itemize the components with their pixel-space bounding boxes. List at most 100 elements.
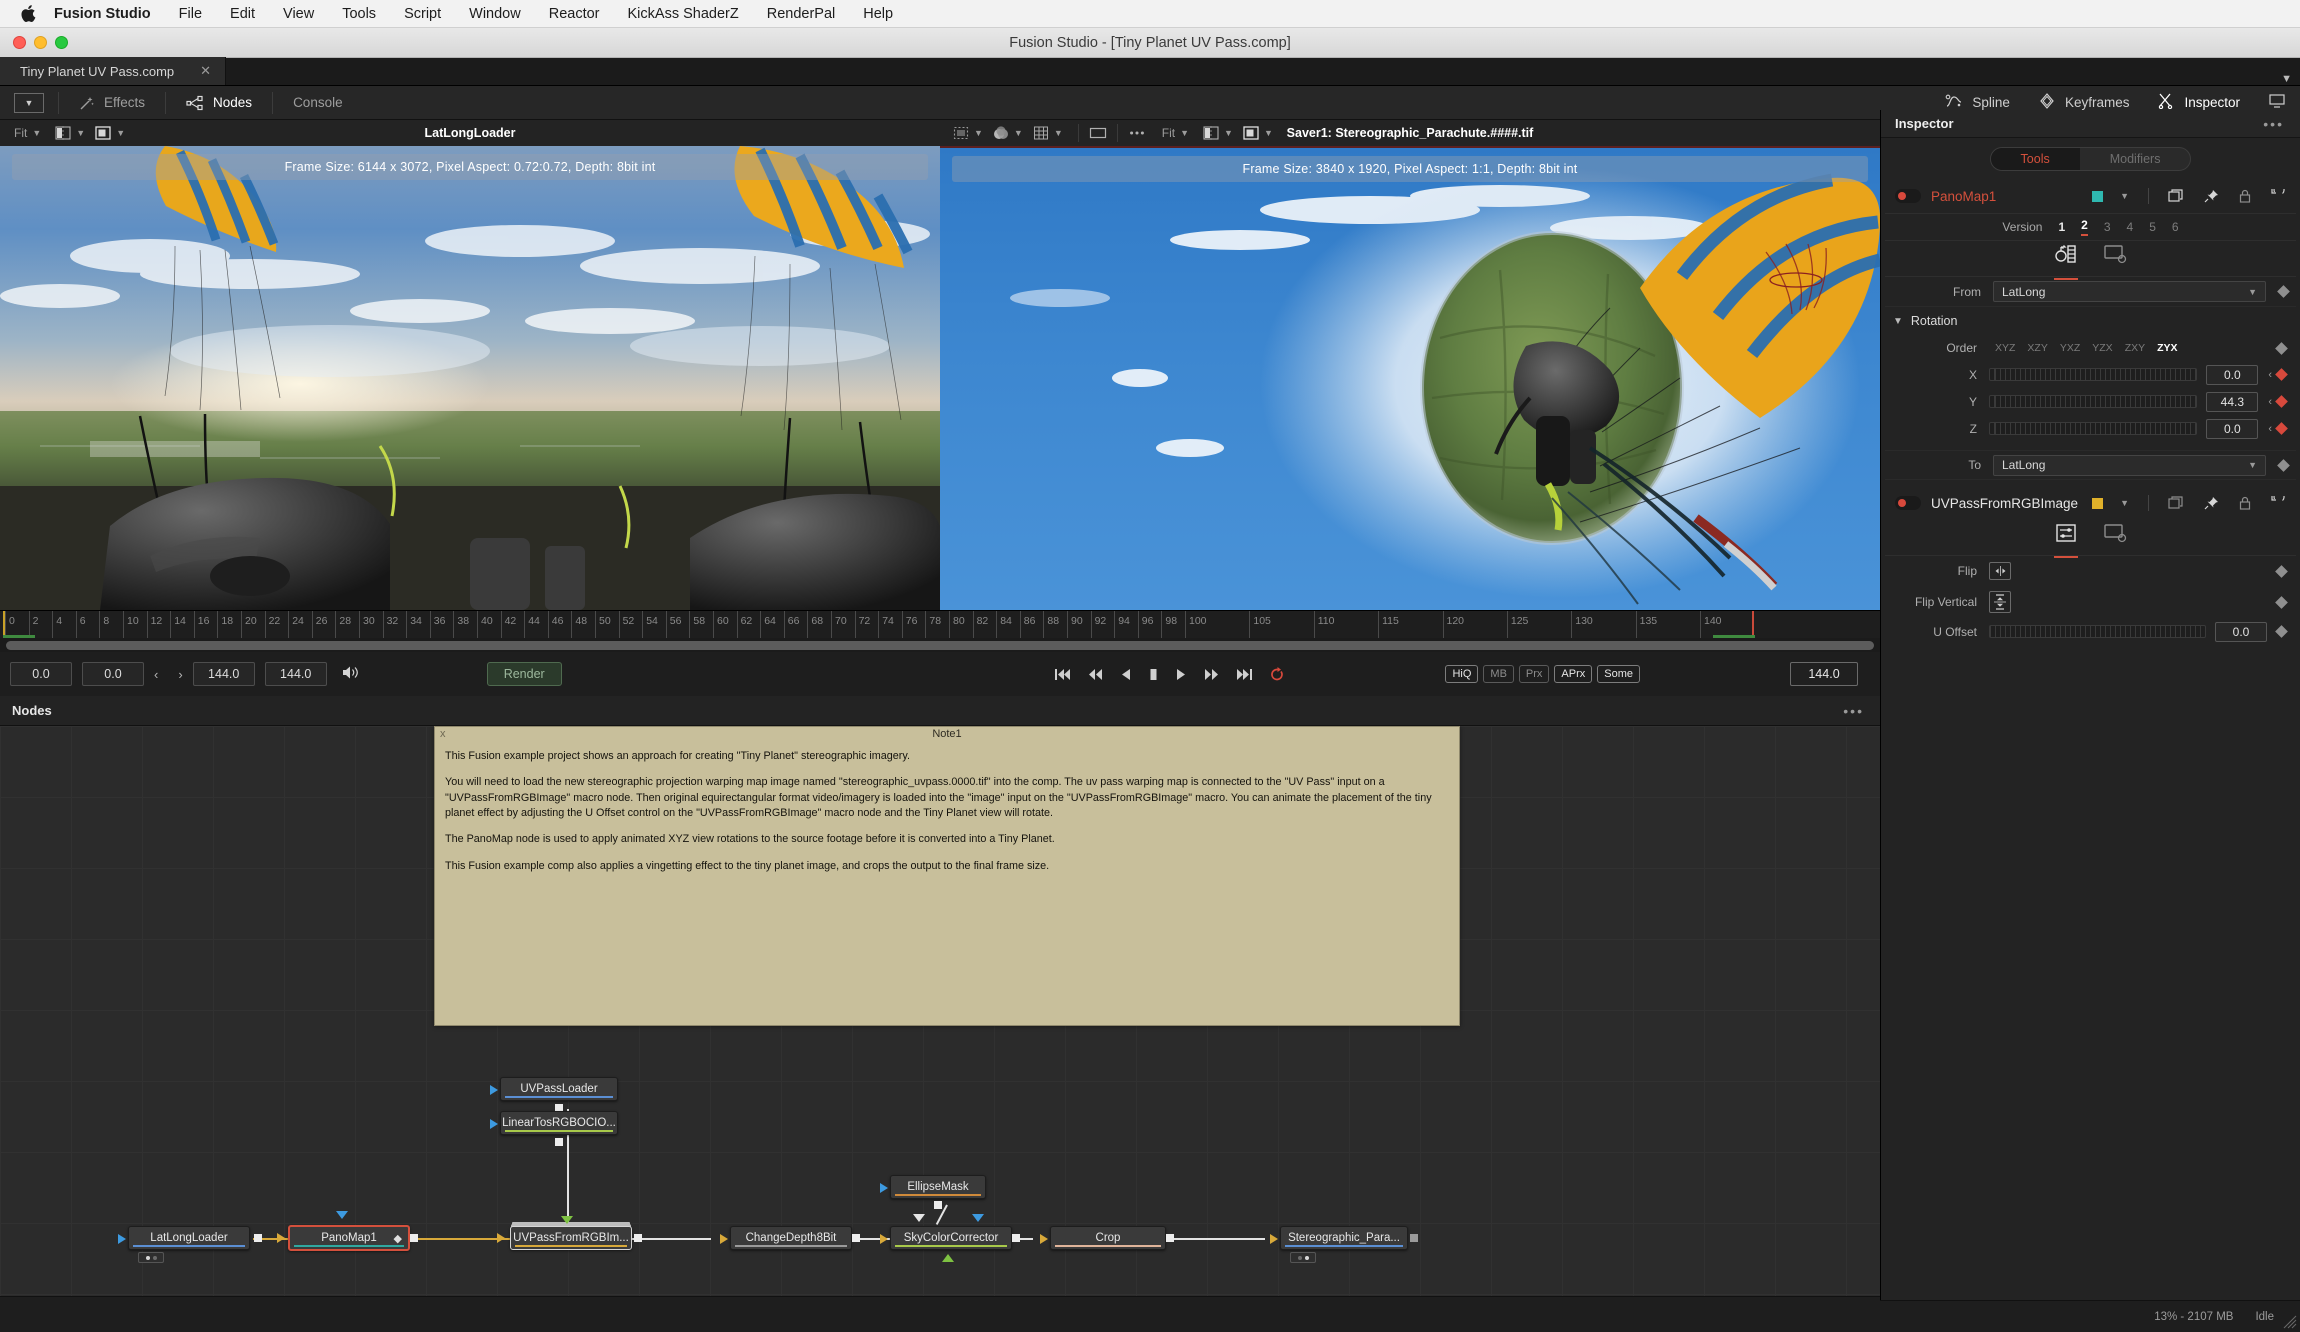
viewer-options-icon[interactable] <box>1128 125 1146 141</box>
viewer-left-image-area[interactable]: Frame Size: 6144 x 3072, Pixel Aspect: 0… <box>0 146 940 610</box>
node-view-dots[interactable] <box>138 1252 164 1263</box>
enable-toggle[interactable] <box>1895 189 1921 203</box>
global-end-field[interactable]: 144.0 <box>264 662 327 686</box>
menu-renderpal[interactable]: RenderPal <box>753 0 850 28</box>
alpha-overlay-icon[interactable] <box>94 125 112 141</box>
order-option-yzx[interactable]: YZX <box>2086 342 2118 354</box>
connector-square[interactable] <box>254 1234 262 1242</box>
from-keyframe-diamond[interactable] <box>2277 285 2290 298</box>
audio-icon[interactable] <box>341 665 359 684</box>
step-forward-button[interactable] <box>1203 668 1219 681</box>
from-dropdown[interactable]: LatLong ▼ <box>1993 281 2266 302</box>
node-crop[interactable]: Crop <box>1040 1226 1174 1250</box>
chevron-down-icon[interactable]: ▼ <box>1014 128 1023 138</box>
chevron-down-icon[interactable]: ▼ <box>1224 128 1233 138</box>
quality-toggle-prx[interactable]: Prx <box>1518 665 1550 683</box>
pin-icon[interactable] <box>2204 496 2219 510</box>
color-channels-icon[interactable] <box>992 125 1010 141</box>
split-view-icon[interactable] <box>1202 125 1220 141</box>
copy-icon[interactable] <box>2168 189 2185 203</box>
viewer-right-fit-dropdown[interactable]: Fit ▼ <box>1148 126 1200 140</box>
node-uvpassfromrgbimage[interactable]: UVPassFromRGBIm... <box>497 1216 642 1250</box>
quality-toggle-hiq[interactable]: HiQ <box>1445 665 1479 683</box>
order-option-yxz[interactable]: YXZ <box>2054 342 2086 354</box>
node-uvpassloader[interactable]: UVPassLoader <box>490 1077 618 1123</box>
node-box[interactable]: ChangeDepth8Bit <box>720 1226 852 1250</box>
render-button[interactable]: Render <box>486 662 562 686</box>
node-ellipsemask[interactable]: EllipseMask <box>880 1175 986 1209</box>
playhead-start[interactable] <box>3 611 5 638</box>
rotation-z-keyframe-diamond[interactable] <box>2275 422 2288 435</box>
connector-square[interactable] <box>555 1138 563 1146</box>
node-skycolorcorrector[interactable]: SkyColorCorrector <box>880 1214 1020 1262</box>
u-offset-value[interactable]: 0.0 <box>2215 621 2267 642</box>
menu-window[interactable]: Window <box>455 0 535 28</box>
node-box[interactable]: PanoMap1 ◆ <box>277 1225 410 1251</box>
chevron-down-icon[interactable]: ▼ <box>2120 498 2129 508</box>
prev-keyframe-icon[interactable]: ‹ <box>2268 396 2272 408</box>
node-box[interactable]: Crop <box>1040 1226 1166 1250</box>
tool-header-panomap1[interactable]: PanoMap1 ▼ <box>1881 179 2300 213</box>
panomap-common-tab-icon[interactable] <box>2103 244 2128 273</box>
split-view-icon[interactable] <box>54 125 72 141</box>
node-panomap1[interactable]: PanoMap1 ◆ <box>277 1211 418 1251</box>
rotation-y-keyframe-diamond[interactable] <box>2275 395 2288 408</box>
current-frame-field[interactable]: 144.0 <box>1790 662 1858 686</box>
order-option-xzy[interactable]: XZY <box>2021 342 2053 354</box>
menu-reactor[interactable]: Reactor <box>535 0 614 28</box>
menu-help[interactable]: Help <box>849 0 907 28</box>
node-box[interactable]: EllipseMask <box>880 1175 986 1199</box>
alpha-overlay-icon[interactable] <box>1242 125 1260 141</box>
chevron-down-icon[interactable]: ▼ <box>116 128 125 138</box>
node-view-dots[interactable] <box>1290 1252 1316 1263</box>
view-dot-right[interactable] <box>1304 1255 1309 1260</box>
node-box[interactable]: SkyColorCorrector <box>880 1226 1012 1250</box>
connector-square[interactable] <box>634 1234 642 1242</box>
comp-tab[interactable]: Tiny Planet UV Pass.comp ✕ <box>0 57 227 85</box>
node-expand-icon[interactable]: ◆ <box>394 1232 402 1245</box>
chevron-down-icon[interactable]: ▼ <box>974 128 983 138</box>
menu-edit[interactable]: Edit <box>216 0 269 28</box>
viewer-left-fit-dropdown[interactable]: Fit ▼ <box>0 126 52 140</box>
fullscreen-icon[interactable] <box>1089 125 1107 141</box>
node-lineartosrgbocio[interactable]: LinearTosRGBOCIO... <box>490 1111 618 1146</box>
stop-button[interactable] <box>1148 668 1159 681</box>
connector-square[interactable] <box>1166 1234 1174 1242</box>
view-dot-left[interactable] <box>145 1255 150 1260</box>
version-2[interactable]: 2 <box>2081 218 2088 236</box>
menu-script[interactable]: Script <box>390 0 455 28</box>
note-sticky[interactable]: x Note1 This Fusion example project show… <box>434 726 1460 1026</box>
close-window-button[interactable] <box>13 36 26 49</box>
node-box[interactable]: Stereographic_Para... <box>1270 1226 1408 1250</box>
minimize-window-button[interactable] <box>34 36 47 49</box>
playhead-current[interactable] <box>1751 611 1754 638</box>
pin-icon[interactable] <box>2204 189 2219 203</box>
order-option-zxy[interactable]: ZXY <box>2119 342 2151 354</box>
tab-nodes[interactable]: Nodes <box>180 95 258 111</box>
order-option-xyz[interactable]: XYZ <box>1989 342 2021 354</box>
to-dropdown[interactable]: LatLong ▼ <box>1993 454 2266 476</box>
timeline-scrollbar[interactable] <box>0 638 1880 652</box>
inspector-options-icon[interactable]: ••• <box>2263 116 2300 132</box>
chevron-down-icon[interactable]: ▼ <box>2120 191 2129 201</box>
play-button[interactable] <box>1176 668 1186 681</box>
close-icon[interactable]: ✕ <box>200 63 211 79</box>
prev-keyframe-icon[interactable]: ‹ <box>2268 423 2272 435</box>
node-box[interactable]: UVPassFromRGBIm... <box>497 1226 632 1250</box>
tab-modifiers[interactable]: Modifiers <box>2080 148 2191 170</box>
connector-square[interactable] <box>410 1234 418 1242</box>
connector-square[interactable] <box>934 1201 942 1209</box>
chevron-down-icon[interactable]: ▼ <box>1054 128 1063 138</box>
maximize-window-button[interactable] <box>55 36 68 49</box>
menu-view[interactable]: View <box>269 0 328 28</box>
chevron-down-icon[interactable]: ▼ <box>76 128 85 138</box>
tab-console[interactable]: Console <box>287 95 349 110</box>
lock-icon[interactable] <box>2238 189 2252 203</box>
menu-tools[interactable]: Tools <box>328 0 390 28</box>
toolbar-menu-dropdown[interactable]: ▼ <box>14 92 44 113</box>
to-keyframe-diamond[interactable] <box>2277 458 2290 472</box>
uvpass-common-tab-icon[interactable] <box>2103 523 2128 552</box>
tool-color-swatch[interactable] <box>2092 497 2104 509</box>
rotation-x-value[interactable]: 0.0 <box>2206 364 2259 385</box>
node-box[interactable]: LinearTosRGBOCIO... <box>490 1111 618 1135</box>
